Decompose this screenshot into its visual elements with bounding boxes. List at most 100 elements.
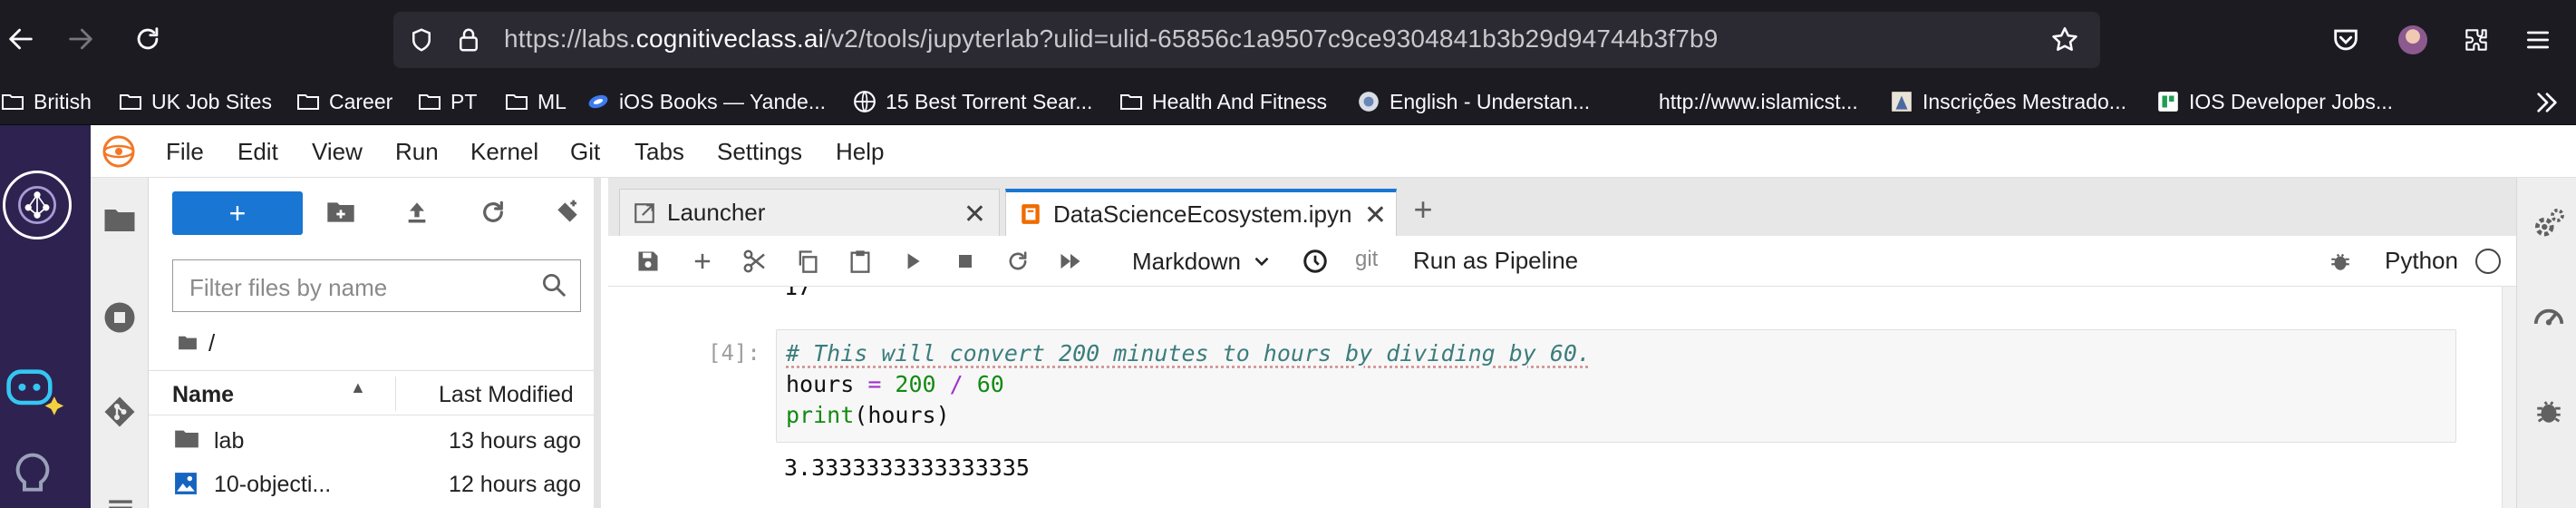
extensions-icon[interactable] [2458,22,2494,58]
new-folder-icon[interactable] [326,200,359,229]
menu-run[interactable]: Run [395,138,439,166]
search-icon[interactable] [540,271,569,300]
menu-file[interactable]: File [166,138,204,166]
file-row[interactable]: 10-objecti... 12 hours ago [149,461,594,504]
menu-view[interactable]: View [312,138,363,166]
folder-icon [417,90,442,113]
menu-settings[interactable]: Settings [717,138,802,166]
forward-button[interactable] [60,18,102,60]
fast-forward-icon[interactable] [1054,245,1087,278]
git-clone-icon[interactable] [553,198,586,229]
kernel-name[interactable]: Python [2385,247,2458,275]
running-kernels-icon[interactable] [103,301,138,336]
refresh-icon[interactable] [479,198,511,229]
column-header-name[interactable]: Name [172,382,234,408]
image-file-icon [174,472,198,502]
lightbulb-icon[interactable] [13,452,53,508]
bookmark-health-fitness[interactable]: Health And Fitness [1119,85,1327,118]
menu-kernel[interactable]: Kernel [470,138,538,166]
restart-icon[interactable] [1002,245,1034,278]
stop-icon[interactable] [949,245,982,278]
new-tab-plus-icon[interactable]: + [1402,189,1444,230]
shield-icon[interactable] [406,24,437,55]
column-divider[interactable] [395,376,396,411]
bookmark-torrent[interactable]: 15 Best Torrent Sear... [852,85,1092,118]
add-cell-icon[interactable] [686,245,719,278]
bookmark-british[interactable]: British [0,85,92,118]
clock-icon[interactable] [1299,245,1332,278]
column-header-modified[interactable]: Last Modified [439,382,574,408]
git-label[interactable]: git [1355,247,1378,272]
breadcrumb[interactable]: / [178,328,215,357]
reload-button[interactable] [127,18,169,60]
tab-label: DataScienceEcosystem.ipyn [1053,200,1352,228]
bookmark-ml[interactable]: ML [504,85,567,118]
tab-launcher[interactable]: Launcher ✕ [619,189,1000,236]
code-operator: / [949,371,964,397]
debugger-bug-icon[interactable] [2533,396,2566,428]
chevron-double-right-icon[interactable] [2531,87,2563,118]
menu-edit[interactable]: Edit [237,138,278,166]
paste-icon[interactable] [844,245,876,278]
menu-git[interactable]: Git [570,138,600,166]
bookmark-english[interactable]: English - Understan... [1356,85,1590,118]
bookmark-ios-books[interactable]: iOS Books — Yande... [586,85,826,118]
url-text[interactable]: https://labs.cognitiveclass.ai/v2/tools/… [504,24,1719,54]
ai-assistant-icon[interactable] [2,359,65,417]
copy-icon[interactable] [791,245,824,278]
save-icon[interactable] [632,245,664,278]
gauge-icon[interactable] [2532,299,2568,336]
notebook-content[interactable]: 17 [4]: # This will convert 200 minutes … [608,287,2516,508]
file-modified: 12 hours ago [449,472,581,497]
tab-notebook[interactable]: DataScienceEcosystem.ipyn ✕ [1005,189,1397,236]
network-logo-icon[interactable] [3,171,72,239]
debugger-bug-icon[interactable] [2324,245,2357,278]
bookmark-label: Inscrições Mestrado... [1922,89,2126,113]
new-launcher-button[interactable]: + [172,191,303,235]
file-row[interactable]: lab 13 hours ago [149,417,594,461]
cell-output: 3.3333333333333335 [784,454,1030,481]
reload-icon [137,27,159,50]
git-icon[interactable] [103,396,138,430]
run-as-pipeline-button[interactable]: Run as Pipeline [1413,247,1578,275]
pocket-icon[interactable] [2328,22,2364,58]
filter-files-input[interactable]: Filter files by name [172,259,581,312]
hamburger-menu-icon[interactable] [2520,22,2556,58]
close-icon[interactable]: ✕ [1364,200,1387,231]
property-inspector-icon[interactable] [2532,207,2568,243]
sort-ascending-icon[interactable]: ▲ [350,378,366,397]
new-launcher-label: + [228,196,247,230]
folder-icon [295,90,321,113]
bookmark-label: Career [329,89,393,113]
upload-icon[interactable] [402,198,435,229]
bookmark-career[interactable]: Career [295,85,392,118]
menu-tabs[interactable]: Tabs [634,138,684,166]
bookmark-pt[interactable]: PT [417,85,477,118]
bookmark-uk-job-sites[interactable]: UK Job Sites [118,85,272,118]
bookmark-islamicst[interactable]: http://www.islamicst... [1659,85,1858,118]
cut-icon[interactable] [739,245,771,278]
site-icon [2155,90,2181,113]
account-avatar[interactable] [2395,22,2431,58]
code-comment: # This will convert 200 minutes to hours… [786,340,1592,366]
back-button[interactable] [0,18,42,60]
menu-help[interactable]: Help [836,138,884,166]
cell-type-select[interactable]: Markdown [1132,243,1273,279]
lock-icon[interactable] [453,24,484,55]
code-line: # This will convert 200 minutes to hours… [786,340,1591,366]
close-icon[interactable]: ✕ [964,199,986,230]
code-number: 60 [963,371,1004,397]
code-cell-editor[interactable]: # This will convert 200 minutes to hours… [776,329,2456,443]
folder-icon[interactable] [103,207,138,239]
bookmark-star-icon[interactable] [2048,23,2082,57]
address-bar[interactable]: https://labs.cognitiveclass.ai/v2/tools/… [393,12,2100,68]
bookmark-inscricoes[interactable]: Inscrições Mestrado... [1889,85,2126,118]
run-icon[interactable] [896,245,929,278]
notebook-scrollbar[interactable] [2502,287,2516,508]
file-name: 10-objecti... [214,472,332,497]
site-icon [1356,90,1381,113]
bookmark-label: ML [537,89,567,113]
bookmark-ios-jobs[interactable]: IOS Developer Jobs... [2155,85,2393,118]
table-of-contents-icon[interactable] [105,495,136,508]
bookmark-label: PT [450,89,478,113]
